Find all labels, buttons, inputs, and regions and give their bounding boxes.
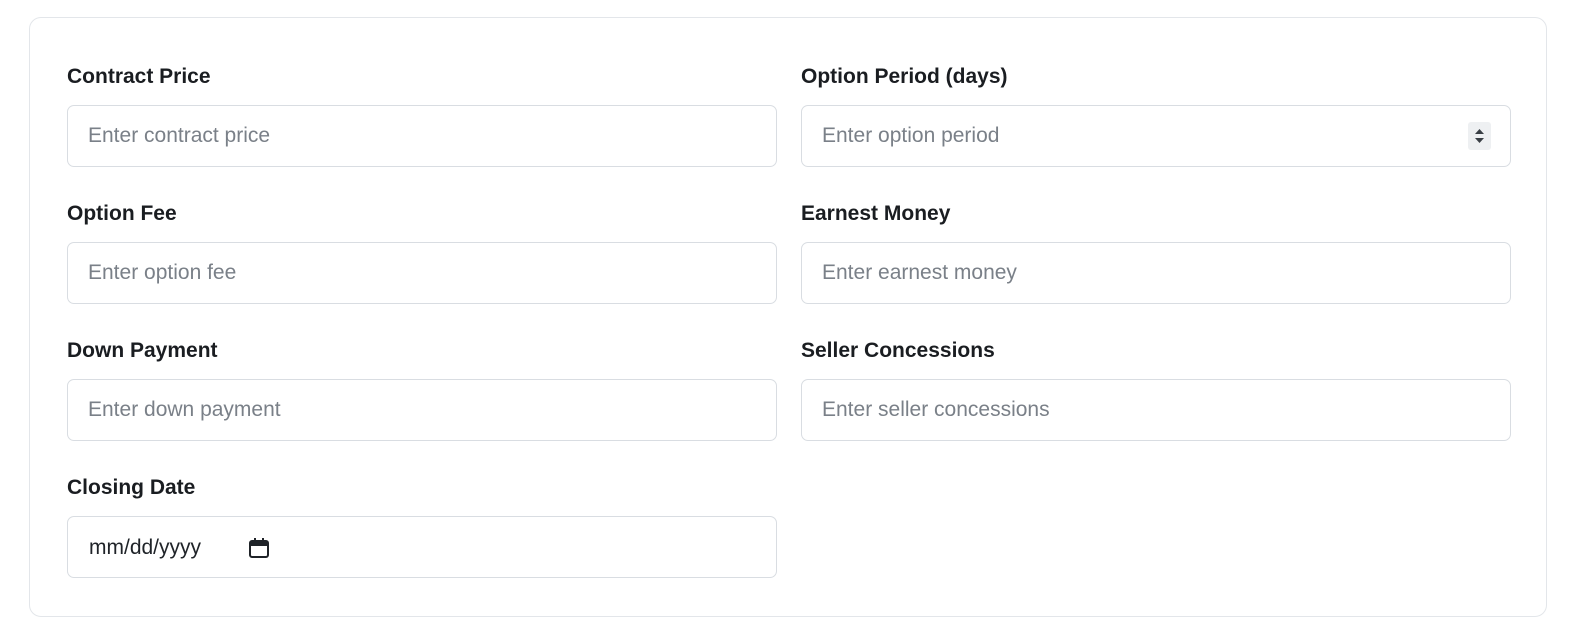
- down-payment-label: Down Payment: [67, 339, 218, 362]
- seller-concessions-input[interactable]: [802, 380, 1510, 440]
- option-period-label: Option Period (days): [801, 65, 1008, 88]
- option-period-field: Option Period (days): [801, 65, 1511, 167]
- option-period-input-box: [801, 105, 1511, 167]
- seller-concessions-input-box: [801, 379, 1511, 441]
- contract-price-input[interactable]: [68, 106, 776, 166]
- option-fee-input[interactable]: [68, 243, 776, 303]
- earnest-money-input-box: [801, 242, 1511, 304]
- calendar-icon[interactable]: [248, 537, 270, 564]
- closing-date-input[interactable]: mm/dd/yyyy: [67, 516, 777, 578]
- down-payment-input[interactable]: [68, 380, 776, 440]
- seller-concessions-label: Seller Concessions: [801, 339, 995, 362]
- closing-date-value: mm/dd/yyyy: [89, 536, 202, 559]
- option-fee-label: Option Fee: [67, 202, 177, 225]
- down-payment-field: Down Payment: [67, 339, 777, 441]
- contract-price-input-box: [67, 105, 777, 167]
- spinner-arrows-icon[interactable]: [1468, 122, 1491, 150]
- contract-price-label: Contract Price: [67, 65, 211, 88]
- earnest-money-input[interactable]: [802, 243, 1510, 303]
- option-fee-field: Option Fee: [67, 202, 777, 304]
- option-fee-input-box: [67, 242, 777, 304]
- closing-date-field: Closing Date mm/dd/yyyy: [67, 476, 777, 578]
- earnest-money-label: Earnest Money: [801, 202, 951, 225]
- seller-concessions-field: Seller Concessions: [801, 339, 1511, 441]
- contract-price-field: Contract Price: [67, 65, 777, 167]
- earnest-money-field: Earnest Money: [801, 202, 1511, 304]
- closing-date-label: Closing Date: [67, 476, 196, 499]
- down-payment-input-box: [67, 379, 777, 441]
- option-period-input[interactable]: [802, 106, 1510, 166]
